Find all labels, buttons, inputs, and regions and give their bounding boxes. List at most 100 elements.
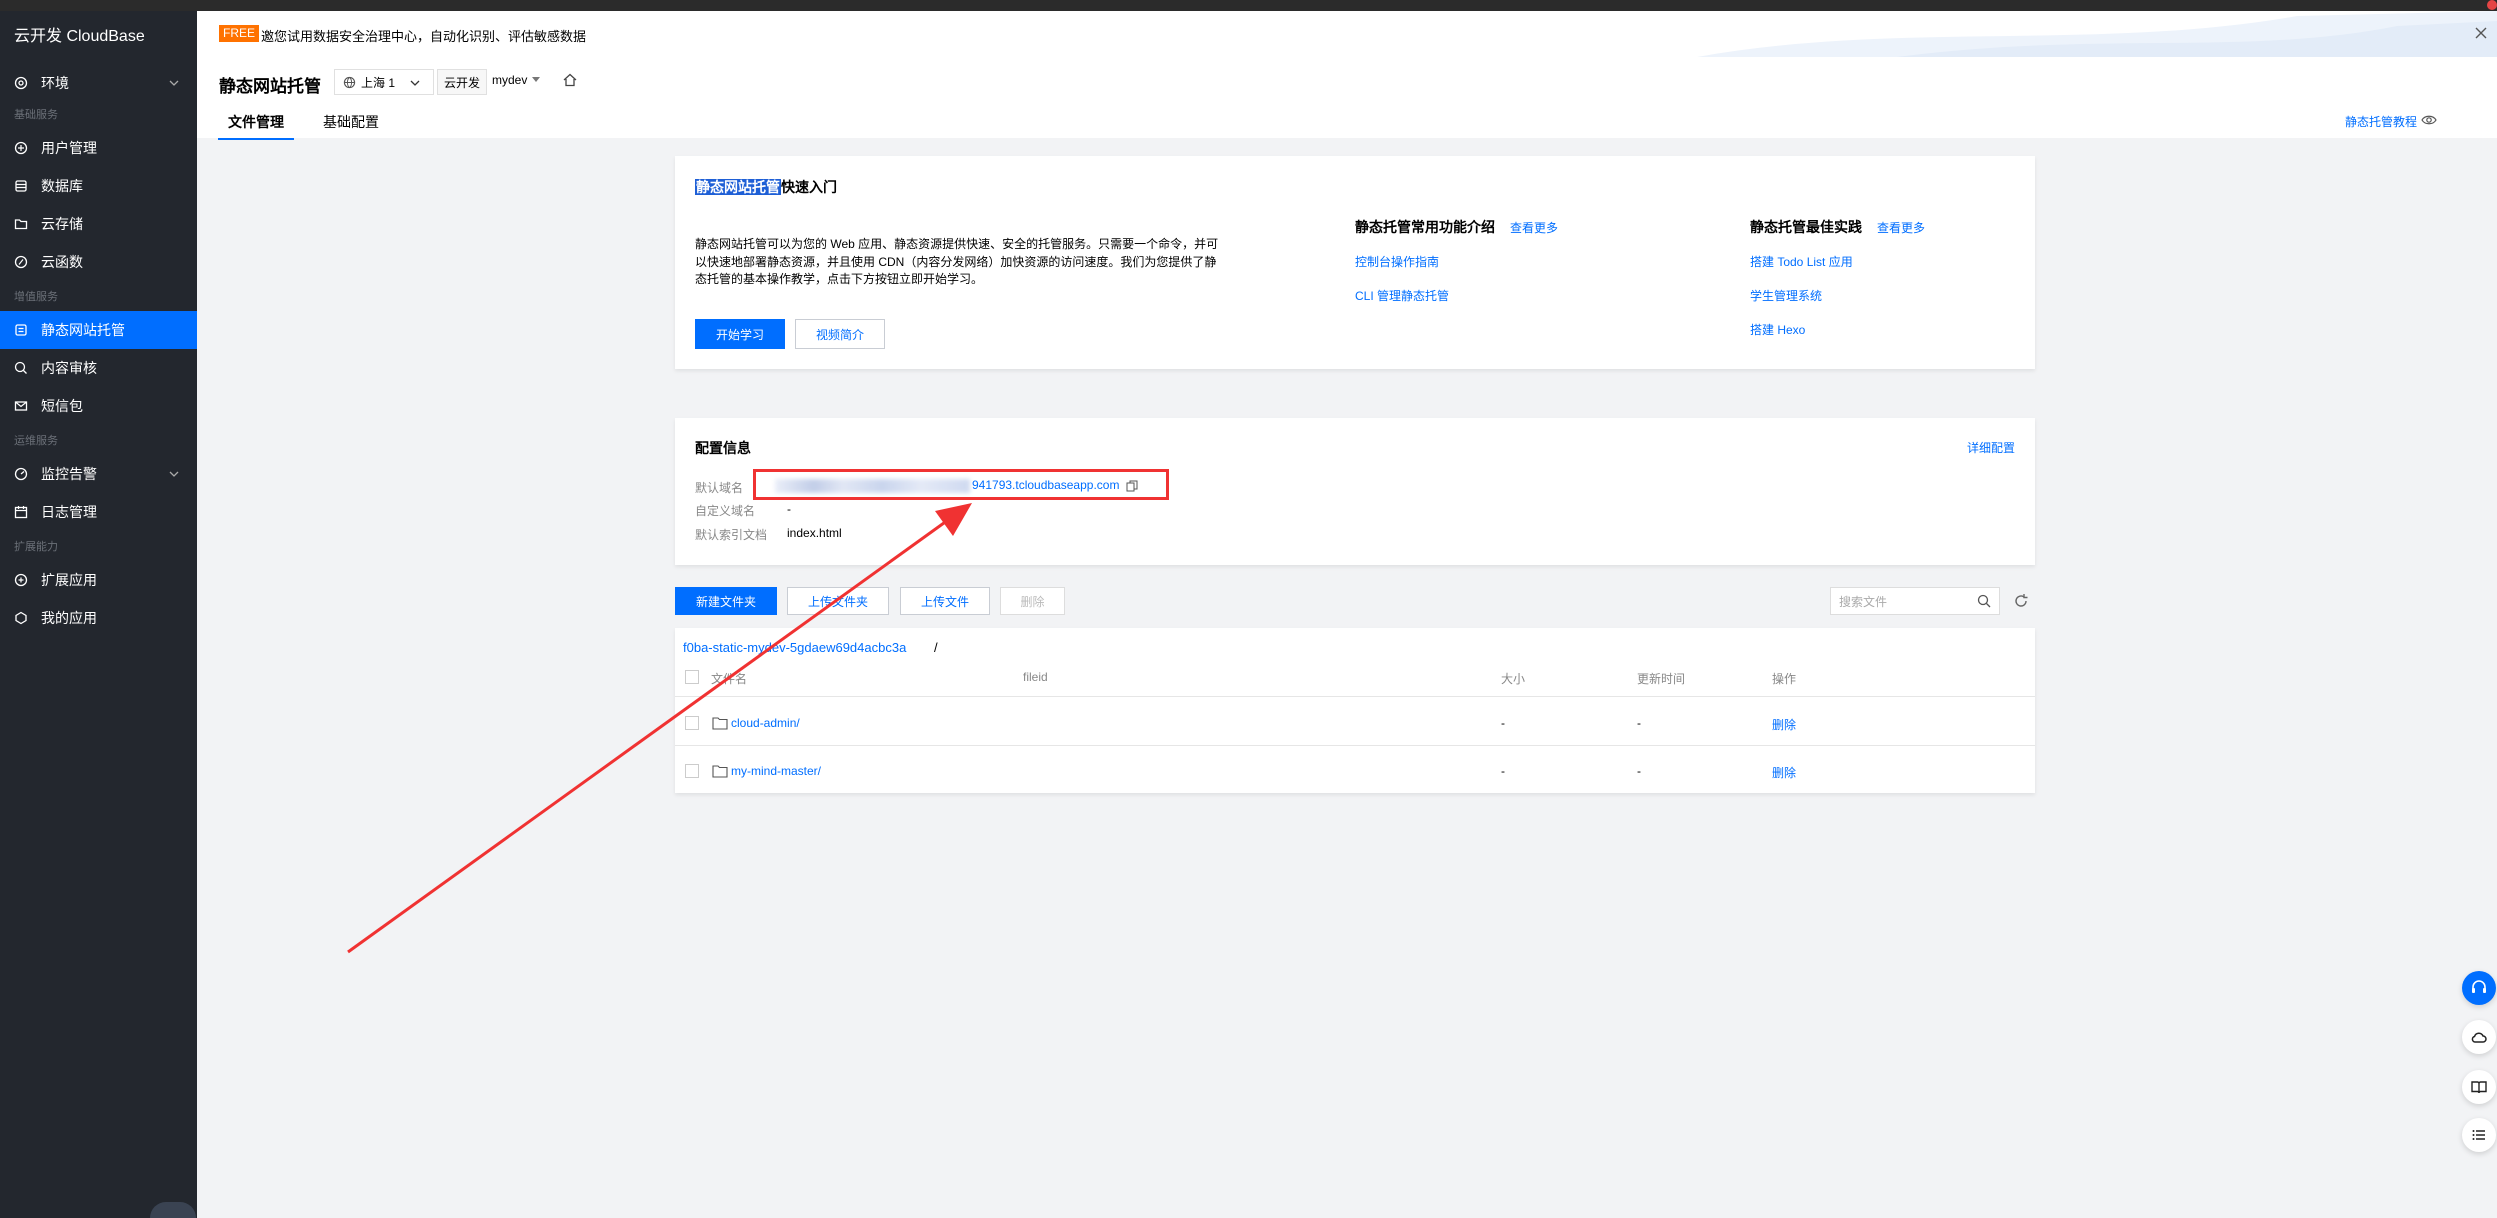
folder-icon [14, 217, 28, 231]
group-basic: 基础服务 [14, 109, 58, 121]
bucket-path-link[interactable]: f0ba-static-mydev-5gdaew69d4acbc3a [683, 640, 906, 655]
file-name-link[interactable]: cloud-admin/ [731, 716, 800, 730]
column-header-fileid: fileid [1023, 670, 1048, 684]
column-header-name: 文件名 [711, 672, 748, 686]
practice-more-link[interactable]: 查看更多 [1877, 219, 1925, 236]
new-folder-button[interactable]: 新建文件夹 [675, 587, 777, 615]
mail-icon [14, 399, 28, 413]
search-icon[interactable] [1977, 594, 1991, 608]
sidebar-item-monitor[interactable]: 监控告警 [0, 455, 197, 493]
env-label: 环境 [41, 75, 69, 91]
assistant-avatar[interactable] [150, 1202, 196, 1218]
menu-button[interactable] [2462, 1118, 2496, 1152]
page-title: 静态网站托管 [219, 77, 321, 96]
env-name-select[interactable]: mydev [492, 73, 527, 87]
brand-logo: 云开发 CloudBase [14, 28, 145, 45]
tab-files[interactable]: 文件管理 [218, 112, 294, 140]
book-icon [2471, 1081, 2487, 1094]
config-title: 配置信息 [695, 440, 751, 456]
video-intro-button[interactable]: 视频简介 [795, 319, 885, 349]
default-domain-label: 默认域名 [695, 481, 744, 495]
file-updated: - [1637, 764, 1641, 778]
features-title: 静态托管常用功能介绍 [1355, 219, 1495, 235]
todo-app-link[interactable]: 搭建 Todo List 应用 [1750, 253, 1853, 270]
sidebar-item-storage[interactable]: 云存储 [0, 205, 197, 243]
delete-button[interactable]: 删除 [1000, 587, 1065, 615]
audit-icon [14, 361, 28, 375]
file-name-link[interactable]: my-mind-master/ [731, 764, 821, 778]
env-selector[interactable]: 环境 [0, 67, 197, 99]
sidebar-item-label: 我的应用 [41, 610, 97, 626]
quickstart-title-rest: 快速入门 [781, 179, 837, 195]
select-all-checkbox[interactable] [685, 670, 699, 684]
eye-icon[interactable] [2421, 113, 2437, 127]
extension-icon [14, 573, 28, 587]
list-icon [2472, 1130, 2485, 1140]
sidebar-item-audit[interactable]: 内容审核 [0, 349, 197, 387]
group-ops: 运维服务 [14, 435, 58, 447]
student-system-link[interactable]: 学生管理系统 [1750, 287, 1822, 304]
docs-button[interactable] [2462, 1070, 2496, 1104]
home-icon[interactable] [562, 72, 578, 88]
chevron-down-icon [169, 80, 179, 86]
region-select[interactable]: 上海 1 [334, 69, 434, 95]
column-header-actions: 操作 [1772, 672, 1797, 686]
row-checkbox[interactable] [685, 764, 699, 778]
features-more-link[interactable]: 查看更多 [1510, 219, 1558, 236]
sidebar-item-label: 云存储 [41, 216, 83, 232]
caret-down-icon[interactable] [532, 77, 540, 83]
sidebar-item-label: 内容审核 [41, 360, 97, 376]
detail-config-link[interactable]: 详细配置 [1967, 439, 2015, 456]
custom-domain-label: 自定义域名 [695, 504, 756, 518]
sidebar-item-extapps[interactable]: 扩展应用 [0, 561, 197, 599]
region-value: 上海 1 [361, 75, 396, 90]
cloud-button[interactable] [2462, 1020, 2496, 1054]
close-icon[interactable] [2473, 25, 2489, 41]
path-separator: / [934, 640, 938, 655]
folder-icon [712, 717, 728, 730]
refresh-icon[interactable] [2013, 593, 2029, 609]
sidebar-item-label: 静态网站托管 [41, 322, 125, 338]
index-doc-label: 默认索引文档 [695, 528, 768, 542]
row-checkbox[interactable] [685, 716, 699, 730]
quickstart-title-highlight: 静态网站托管 [695, 179, 781, 195]
tutorial-link[interactable]: 静态托管教程 [2345, 113, 2417, 130]
sidebar-item-hosting[interactable]: 静态网站托管 [0, 311, 197, 349]
upload-file-button[interactable]: 上传文件 [900, 587, 990, 615]
file-size: - [1501, 764, 1505, 778]
file-table-card: f0ba-static-mydev-5gdaew69d4acbc3a / 文件名… [675, 628, 2035, 793]
start-learning-button[interactable]: 开始学习 [695, 319, 785, 349]
row-delete-link[interactable]: 删除 [1772, 764, 1796, 781]
sidebar-item-myapps[interactable]: 我的应用 [0, 599, 197, 637]
banner-text[interactable]: 邀您试用数据安全治理中心，自动化识别、评估敏感数据 [261, 26, 586, 45]
sidebar-item-label: 监控告警 [41, 466, 97, 482]
sidebar-item-label: 扩展应用 [41, 572, 97, 588]
column-header-size: 大小 [1501, 672, 1526, 686]
sidebar-item-functions[interactable]: 云函数 [0, 243, 197, 281]
folder-icon [712, 765, 728, 778]
console-guide-link[interactable]: 控制台操作指南 [1355, 253, 1439, 270]
sidebar-item-database[interactable]: 数据库 [0, 167, 197, 205]
row-delete-link[interactable]: 删除 [1772, 716, 1796, 733]
sidebar-item-label: 短信包 [41, 398, 83, 414]
search-placeholder: 搜索文件 [1839, 594, 1888, 609]
upload-folder-button[interactable]: 上传文件夹 [787, 587, 889, 615]
tab-config[interactable]: 基础配置 [323, 112, 379, 138]
gauge-icon [14, 467, 28, 481]
support-button[interactable] [2462, 971, 2496, 1005]
sidebar: 云开发 CloudBase 环境 基础服务 用户管理 数据库 云存储 云函数 增… [0, 11, 197, 1218]
sidebar-item-label: 日志管理 [41, 504, 97, 520]
header-divider [675, 696, 2035, 697]
search-input[interactable]: 搜索文件 [1830, 587, 2000, 615]
practice-title: 静态托管最佳实践 [1750, 219, 1862, 235]
notification-dot [2487, 0, 2497, 10]
sidebar-item-users[interactable]: 用户管理 [0, 129, 197, 167]
custom-domain-value: - [787, 502, 791, 516]
banner-wave-decoration [1697, 11, 2497, 57]
sidebar-item-sms[interactable]: 短信包 [0, 387, 197, 425]
sidebar-item-logs[interactable]: 日志管理 [0, 493, 197, 531]
cli-guide-link[interactable]: CLI 管理静态托管 [1355, 287, 1449, 304]
sidebar-item-label: 云函数 [41, 254, 83, 270]
cloud-icon [2471, 1032, 2487, 1043]
hexo-link[interactable]: 搭建 Hexo [1750, 321, 1805, 338]
